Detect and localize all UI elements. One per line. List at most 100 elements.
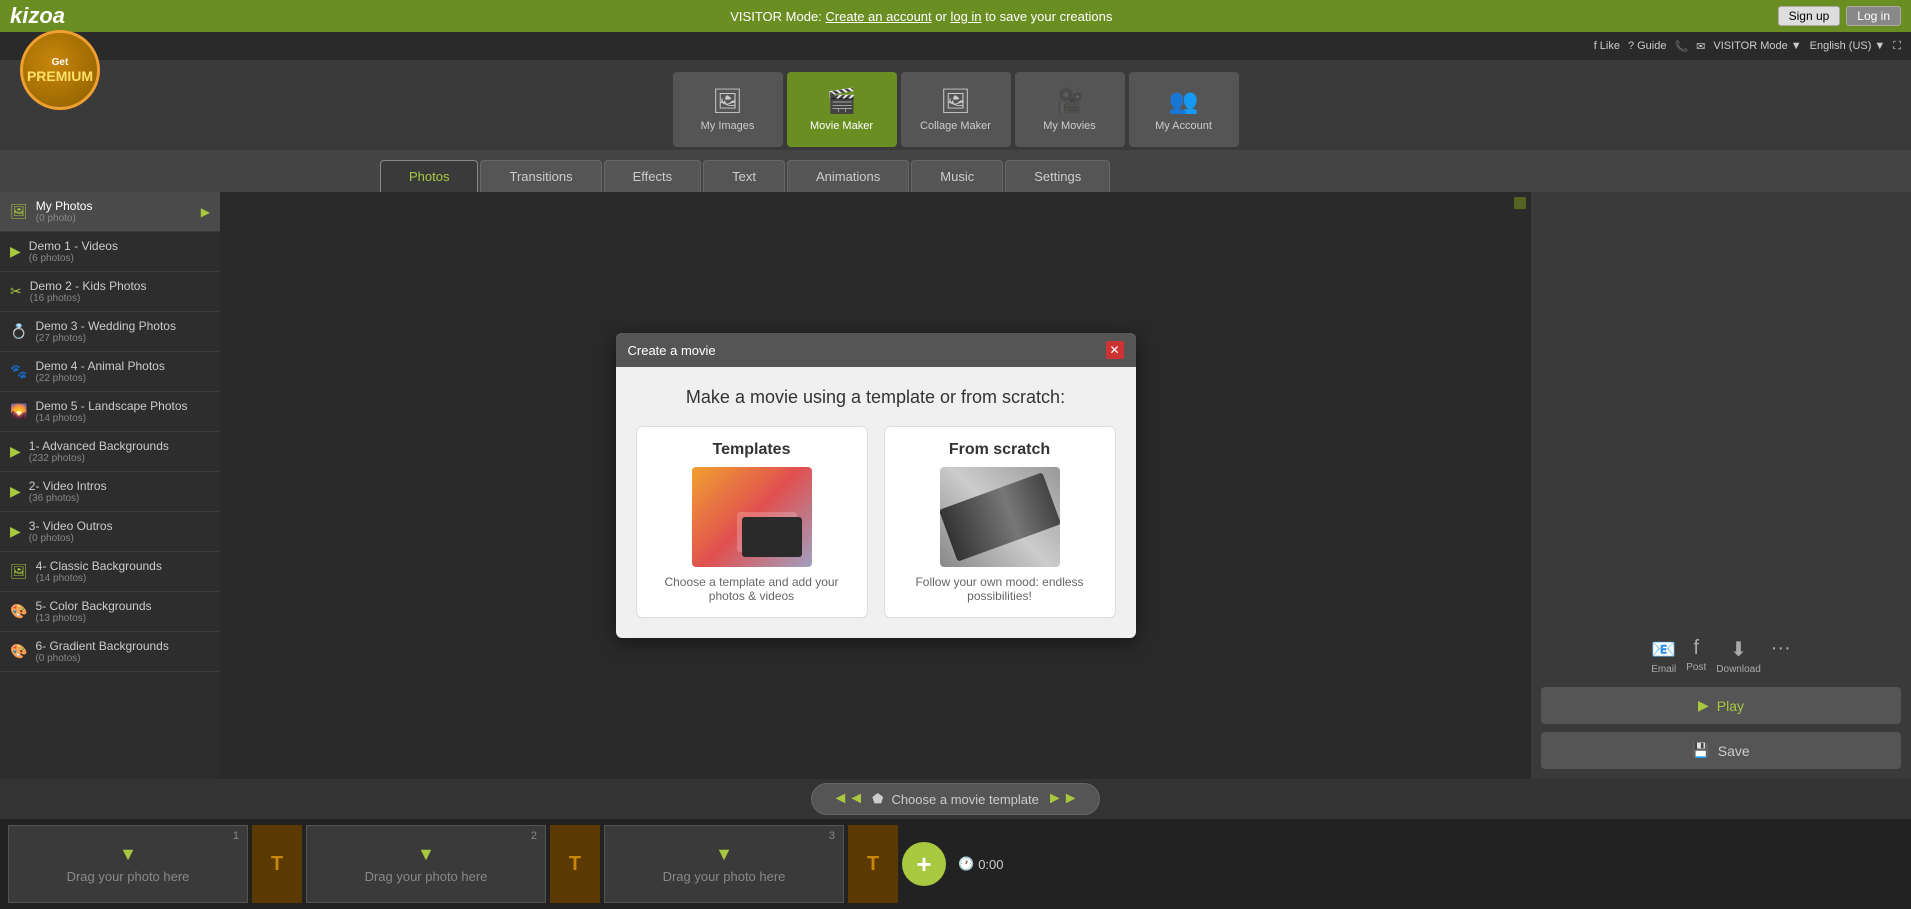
language-dropdown[interactable]: English (US) ▼ [1810, 40, 1886, 52]
get-label: Get [52, 57, 69, 68]
nav-collage-maker-button[interactable]: 🖼Collage Maker [901, 72, 1011, 147]
sidebar-item-demo1[interactable]: ▶ Demo 1 - Videos (6 photos) [0, 232, 220, 272]
tab-music[interactable]: Music [911, 160, 1003, 192]
demo3-sub: (27 photos) [35, 333, 210, 344]
download-icon: ⬇ [1730, 637, 1747, 662]
download-action[interactable]: ⬇ Download [1716, 637, 1760, 675]
timeline-add-button[interactable]: + [902, 842, 946, 886]
collage-maker-icon: 🖼 [940, 87, 970, 116]
template-dots-icon: ⬟ [872, 791, 883, 807]
sidebar-item-color-bg[interactable]: 🎨 5- Color Backgrounds (13 photos) [0, 592, 220, 632]
save-suffix: to save your creations [985, 9, 1112, 24]
modal-header: Create a movie ✕ [616, 333, 1136, 367]
classic-bg-icon: 🖼 [10, 563, 28, 580]
signup-button[interactable]: Sign up [1778, 6, 1841, 26]
text-btn-last[interactable]: T [848, 825, 898, 903]
tab-transitions[interactable]: Transitions [480, 160, 601, 192]
demo5-icon: 🌄 [10, 403, 27, 420]
sidebar-item-gradient-bg[interactable]: 🎨 6- Gradient Backgrounds (0 photos) [0, 632, 220, 672]
tab-effects[interactable]: Effects [604, 160, 702, 192]
gradient-bg-label: 6- Gradient Backgrounds [35, 639, 210, 653]
adv-bg-icon: ▶ [10, 443, 21, 460]
nav-my-movies-button[interactable]: 🎥My Movies [1015, 72, 1125, 147]
or-text: or [935, 9, 947, 24]
tab-settings[interactable]: Settings [1005, 160, 1110, 192]
timeline-clock: 🕐0:00 [958, 856, 1004, 872]
clock-time: 0:00 [978, 857, 1003, 872]
timeline-cell-3[interactable]: 3 ▼ Drag your photo here [604, 825, 844, 903]
my-movies-icon: 🎥 [1055, 87, 1085, 116]
movie-maker-label: Movie Maker [810, 120, 873, 132]
templates-option[interactable]: Templates Choose a template and add your… [636, 426, 868, 618]
nav-my-account-button[interactable]: 👥My Account [1129, 72, 1239, 147]
contact-icon[interactable]: 📞 [1674, 40, 1688, 53]
sidebar-item-classic-bg[interactable]: 🖼 4- Classic Backgrounds (14 photos) [0, 552, 220, 592]
adv-bg-label: 1- Advanced Backgrounds [29, 439, 210, 453]
guide-icon: ? [1628, 40, 1634, 52]
timeline-cell-1[interactable]: 1 ▼ Drag your photo here [8, 825, 248, 903]
sidebar-arrow-icon: ▶ [201, 205, 210, 219]
demo4-icon: 🐾 [10, 363, 27, 380]
sidebar-item-video-intros[interactable]: ▶ 2- Video Intros (36 photos) [0, 472, 220, 512]
modal-body: Make a movie using a template or from sc… [616, 367, 1136, 638]
fb-like[interactable]: f Like [1594, 40, 1620, 52]
demo1-label: Demo 1 - Videos [29, 239, 210, 253]
tab-text[interactable]: Text [703, 160, 785, 192]
premium-badge[interactable]: Get PREMIUM [20, 30, 100, 110]
nav-movie-maker-button[interactable]: 🎬 Movie Maker [787, 72, 897, 147]
play-button[interactable]: ▶ Play [1541, 687, 1901, 724]
tab-animations[interactable]: Animations [787, 160, 909, 192]
from-scratch-option[interactable]: From scratch Follow your own mood: endle… [884, 426, 1116, 618]
text-btn-label: T [569, 853, 581, 876]
choose-template-button[interactable]: ◄◄ ⬟ Choose a movie template ►► [811, 783, 1099, 815]
create-account-link[interactable]: Create an account [825, 9, 931, 24]
text-btn-2[interactable]: T [550, 825, 600, 903]
content-area: Create a movie ✕ Make a movie using a te… [220, 192, 1531, 779]
video-outros-icon: ▶ [10, 523, 21, 540]
nav-my-images-button[interactable]: 🖼 My Images [673, 72, 783, 147]
post-action[interactable]: f Post [1686, 637, 1706, 675]
demo2-label: Demo 2 - Kids Photos [30, 279, 210, 293]
timeline-cell-2[interactable]: 2 ▼ Drag your photo here [306, 825, 546, 903]
templates-desc: Choose a template and add your photos & … [651, 575, 853, 603]
choose-template-label: Choose a movie template [891, 792, 1038, 807]
more-action[interactable]: ··· [1771, 637, 1791, 675]
sidebar-item-demo4[interactable]: 🐾 Demo 4 - Animal Photos (22 photos) [0, 352, 220, 392]
sidebar-item-my-photos[interactable]: 🖼 My Photos (0 photo) ▶ [0, 192, 220, 232]
timeline: 1 ▼ Drag your photo here T 2 ▼ Drag your… [0, 819, 1911, 909]
sidebar-item-video-outros[interactable]: ▶ 3- Video Outros (0 photos) [0, 512, 220, 552]
log-in-link[interactable]: log in [950, 9, 981, 24]
save-button[interactable]: 💾 Save [1541, 732, 1901, 769]
modal-options: Templates Choose a template and add your… [636, 426, 1116, 618]
top-right-buttons: Sign up Log in [1778, 6, 1901, 26]
movie-maker-icon: 🎬 [827, 87, 857, 116]
login-button[interactable]: Log in [1846, 6, 1901, 26]
my-images-label: My Images [701, 120, 755, 132]
mail-icon[interactable]: ✉ [1696, 40, 1705, 53]
my-images-icon: 🖼 [712, 87, 742, 116]
left-arrow-deco: ◄◄ [832, 790, 864, 808]
modal-close-button[interactable]: ✕ [1106, 341, 1124, 359]
tab-photos[interactable]: Photos [380, 160, 478, 192]
sidebar-item-adv-bg[interactable]: ▶ 1- Advanced Backgrounds (232 photos) [0, 432, 220, 472]
email-icon: 📧 [1651, 637, 1676, 662]
demo1-icon: ▶ [10, 243, 21, 260]
my-photos-sub: (0 photo) [36, 213, 193, 224]
demo1-sub: (6 photos) [29, 253, 210, 264]
visitor-mode-dropdown[interactable]: VISITOR Mode ▼ [1713, 40, 1801, 52]
video-intros-sub: (36 photos) [29, 493, 210, 504]
demo4-sub: (22 photos) [35, 373, 210, 384]
email-action[interactable]: 📧 Email [1651, 637, 1676, 675]
premium-label: PREMIUM [27, 68, 93, 84]
from-scratch-preview-image [940, 467, 1060, 567]
text-btn-1[interactable]: T [252, 825, 302, 903]
fullscreen-button[interactable]: ⛶ [1893, 40, 1901, 53]
demo5-sub: (14 photos) [35, 413, 210, 424]
video-intros-label: 2- Video Intros [29, 479, 210, 493]
sidebar-item-demo3[interactable]: 💍 Demo 3 - Wedding Photos (27 photos) [0, 312, 220, 352]
drop-arrow-1: ▼ [119, 844, 137, 865]
sidebar-item-demo2[interactable]: ✂ Demo 2 - Kids Photos (16 photos) [0, 272, 220, 312]
sidebar-item-demo5[interactable]: 🌄 Demo 5 - Landscape Photos (14 photos) [0, 392, 220, 432]
guide-link[interactable]: ? Guide [1628, 40, 1666, 52]
gradient-bg-icon: 🎨 [10, 643, 27, 660]
